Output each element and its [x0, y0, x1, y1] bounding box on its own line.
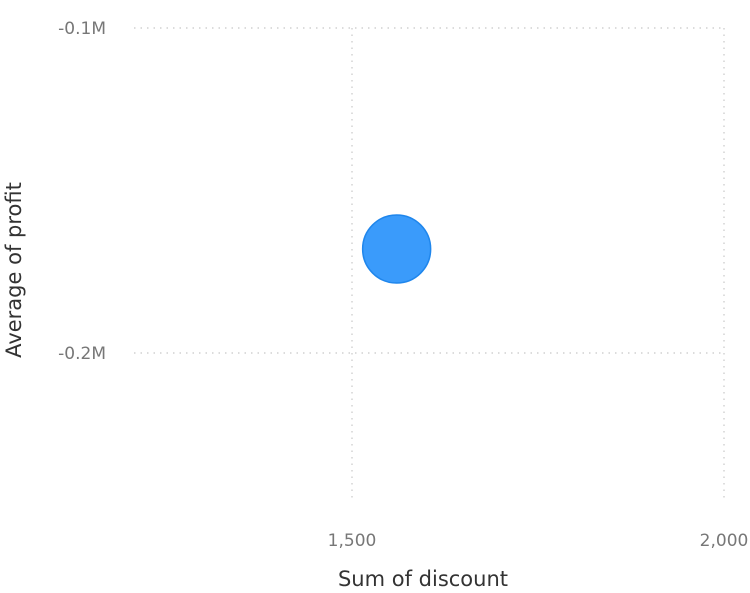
- y-axis-title: Average of profit: [2, 182, 26, 358]
- x-tick-label: 2,000: [700, 531, 749, 551]
- y-tick-label: -0.1M: [58, 19, 106, 39]
- data-points[interactable]: [361, 214, 432, 284]
- scatter-chart: -0.1M -0.2M 1,500 2,000 Sum of discount Av…: [2, 19, 749, 591]
- data-point[interactable]: [361, 214, 432, 284]
- x-tick-label: 1,500: [328, 531, 377, 551]
- x-axis-title: Sum of discount: [338, 567, 508, 591]
- x-axis-ticks: 1,500 2,000: [328, 531, 749, 551]
- y-tick-label: -0.2M: [58, 344, 106, 364]
- y-axis-ticks: -0.1M -0.2M: [58, 19, 106, 364]
- gridlines: [134, 27, 725, 498]
